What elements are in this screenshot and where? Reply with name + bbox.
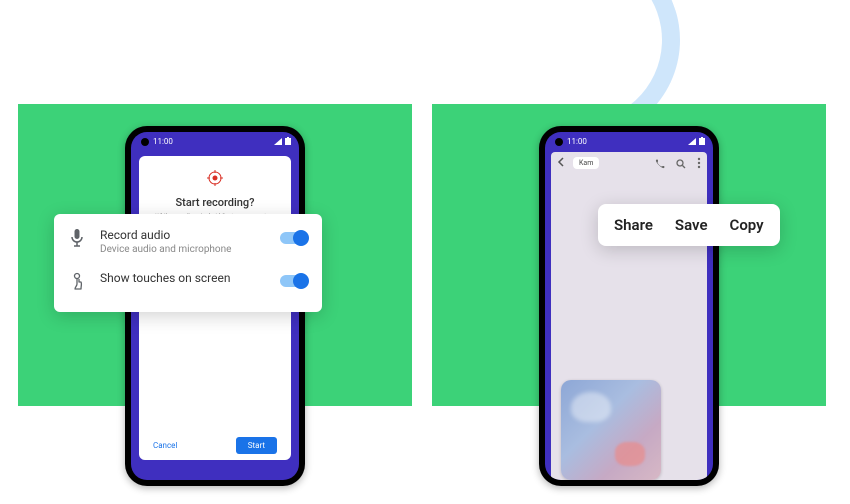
option-text: Show touches on screen [100,271,266,285]
cancel-button[interactable]: Cancel [153,441,177,450]
contact-chip[interactable]: Kam [573,157,599,169]
chat-header: Kam [551,152,707,174]
dialog-title: Start recording? [147,196,283,209]
options-overlay: Record audio Device audio and microphone… [54,214,322,312]
touch-icon [70,272,86,294]
call-icon[interactable] [655,154,665,173]
signal-icon [688,138,696,145]
battery-icon [699,137,705,145]
option-title: Show touches on screen [100,271,266,285]
start-button[interactable]: Start [236,437,277,454]
record-audio-toggle[interactable] [280,232,306,244]
share-button[interactable]: Share [614,216,653,234]
search-icon[interactable] [676,154,686,173]
option-title: Record audio [100,228,266,242]
copy-button[interactable]: Copy [730,216,764,234]
status-icons [688,137,705,145]
option-show-touches[interactable]: Show touches on screen [70,271,306,294]
record-target-icon [207,170,223,190]
status-time: 11:00 [153,137,173,146]
more-icon[interactable] [697,154,701,173]
media-message[interactable] [561,380,661,480]
panels-row: 11:00 Start recording? While recording, … [18,104,826,406]
status-time: 11:00 [567,137,587,146]
status-icons [274,137,291,145]
show-touches-toggle[interactable] [280,275,306,287]
status-bar: 11:00 [545,132,713,150]
signal-icon [274,138,282,145]
chat-area: Kam [551,152,707,480]
battery-icon [285,137,291,145]
status-bar: 11:00 [131,132,299,150]
option-text: Record audio Device audio and microphone [100,228,266,255]
option-record-audio[interactable]: Record audio Device audio and microphone [70,228,306,255]
phone-screen-right: 11:00 Kam [545,132,713,480]
dialog-footer: Cancel Start [147,432,283,454]
panel-left: 11:00 Start recording? While recording, … [18,104,412,406]
microphone-icon [70,229,86,251]
save-button[interactable]: Save [675,216,708,234]
back-arrow-icon[interactable] [557,157,567,170]
panel-right: 11:00 Kam [432,104,826,406]
phone-frame-right: 11:00 Kam [539,126,719,486]
context-menu: Share Save Copy [598,204,780,246]
option-subtitle: Device audio and microphone [100,244,266,255]
